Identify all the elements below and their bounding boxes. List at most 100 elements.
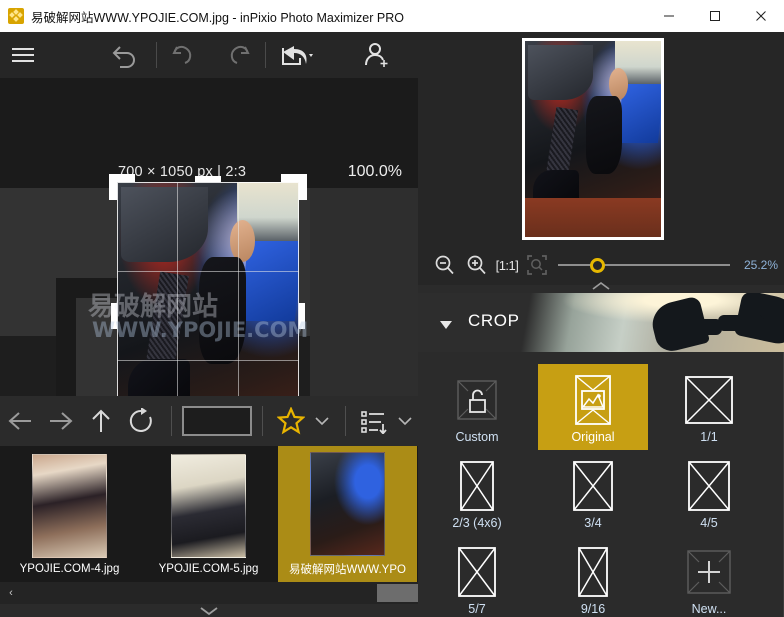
actual-size-button[interactable]: [1:1] — [492, 258, 522, 273]
crop-grid-h1 — [117, 271, 299, 272]
ratio-box-icon — [572, 457, 614, 515]
path-input[interactable] — [182, 406, 252, 436]
picture-icon — [573, 371, 613, 429]
crop-grid-h2 — [117, 360, 299, 361]
collapse-preview-button[interactable] — [418, 279, 784, 293]
crop-border — [117, 182, 299, 396]
preview-photo — [525, 41, 661, 237]
right-panel: [1:1] 25.2% CRO — [418, 32, 784, 617]
sort-list-icon[interactable] — [356, 396, 391, 446]
file-browser-toolbar — [0, 396, 418, 446]
ratio-label: 5/7 — [468, 602, 485, 616]
sort-caret-down-icon[interactable] — [391, 396, 418, 446]
thumbnail-strip[interactable]: YPOJIE.COM-4.jpg YPOJIE.COM-5.jpg 易破解网站W… — [0, 446, 418, 582]
thumbnail-item-1[interactable]: YPOJIE.COM-4.jpg — [0, 446, 139, 582]
share-icon[interactable] — [266, 32, 330, 78]
window-controls — [646, 0, 784, 32]
zoom-out-icon[interactable] — [428, 254, 462, 276]
ratio-label: New... — [692, 602, 727, 616]
crop-handle-top[interactable] — [195, 176, 221, 182]
slider-track — [558, 264, 730, 266]
plus-icon — [684, 543, 734, 601]
thumbnail-item-3-selected[interactable]: 易破解网站WWW.YPO — [278, 446, 417, 582]
crop-selection[interactable] — [117, 182, 299, 396]
forward-arrow-icon[interactable] — [41, 396, 82, 446]
ratio-option-2-3[interactable]: 2/3 (4x6) — [422, 450, 532, 536]
zoom-slider[interactable] — [558, 256, 730, 274]
ratio-option-4-5[interactable]: 4/5 — [654, 450, 764, 536]
ratio-label: Original — [571, 430, 614, 444]
slider-handle[interactable] — [590, 258, 605, 273]
crop-handle-left[interactable] — [111, 303, 117, 329]
ratio-option-new[interactable]: New... — [654, 536, 764, 617]
refresh-icon[interactable] — [121, 396, 162, 446]
caret-down-icon — [309, 54, 313, 57]
close-button[interactable] — [738, 0, 784, 32]
maximize-button[interactable] — [692, 0, 738, 32]
filebar-separator-2 — [262, 406, 263, 436]
app-logo-icon — [8, 8, 24, 24]
preview-thumbnail[interactable] — [522, 38, 664, 240]
filebar-separator-3 — [345, 406, 346, 436]
crop-handle-tl2[interactable] — [109, 174, 117, 200]
canvas-zoom-label: 100.0% — [348, 163, 402, 181]
crop-handle-tr2[interactable] — [299, 174, 307, 200]
scroll-left-arrow[interactable]: ‹ — [0, 582, 22, 604]
thumbnail-caption: 易破解网站WWW.YPO — [289, 561, 406, 577]
ratio-box-icon — [687, 457, 731, 515]
window-title: 易破解网站WWW.YPOJIE.COM.jpg - inPixio Photo … — [31, 7, 404, 26]
ratio-label: Custom — [455, 430, 498, 444]
ratio-option-custom[interactable]: Custom — [422, 364, 532, 450]
crop-section-title: CROP — [468, 311, 520, 331]
minimize-button[interactable] — [646, 0, 692, 32]
unlock-icon — [452, 371, 502, 429]
thumbnail-image — [32, 454, 107, 558]
preview-zoom-percent: 25.2% — [744, 258, 778, 272]
favorites-caret-down-icon[interactable] — [309, 396, 336, 446]
thumbnail-image — [310, 452, 385, 556]
redo-icon[interactable] — [211, 32, 265, 78]
zoom-in-icon[interactable] — [462, 254, 492, 276]
ratio-label: 9/16 — [581, 602, 605, 616]
ratio-option-9-16[interactable]: 9/16 — [538, 536, 648, 617]
image-dimensions-label: 700 × 1050 px | 2:3 — [118, 164, 246, 180]
crop-grid-v2 — [238, 182, 239, 396]
hamburger-menu-icon[interactable] — [0, 32, 46, 78]
ratio-option-5-7[interactable]: 5/7 — [422, 536, 532, 617]
scrollbar-track[interactable] — [22, 582, 396, 604]
revert-arrow-icon[interactable] — [94, 32, 156, 78]
image-canvas[interactable]: 700 × 1050 px | 2:3 100.0% — [0, 78, 418, 396]
up-arrow-icon[interactable] — [82, 396, 121, 446]
ratio-option-1-1[interactable]: 1/1 — [654, 364, 764, 450]
ratio-option-3-4[interactable]: 3/4 — [538, 450, 648, 536]
title-bar: 易破解网站WWW.YPOJIE.COM.jpg - inPixio Photo … — [0, 0, 784, 32]
triangle-collapse-icon[interactable] — [440, 321, 452, 329]
star-icon[interactable] — [273, 396, 308, 446]
thumbnail-scrollbar[interactable]: ‹ › — [0, 582, 418, 604]
ratio-box-icon — [684, 371, 734, 429]
ratio-box-icon — [457, 543, 497, 601]
thumbnail-image — [171, 454, 246, 558]
aspect-ratio-grid: Custom Original — [418, 352, 784, 617]
fit-to-screen-icon[interactable] — [522, 254, 552, 276]
crop-section-header[interactable]: CROP — [418, 293, 784, 352]
thumbnail-item-2[interactable]: YPOJIE.COM-5.jpg — [139, 446, 278, 582]
add-user-icon[interactable] — [350, 32, 404, 78]
back-arrow-icon[interactable] — [0, 396, 41, 446]
collapse-strip-button[interactable] — [0, 604, 418, 617]
ratio-label: 3/4 — [584, 516, 601, 530]
crop-handle-right[interactable] — [299, 303, 305, 329]
thumbnail-caption: YPOJIE.COM-4.jpg — [20, 563, 120, 575]
ratio-box-icon — [577, 543, 609, 601]
preview-area — [418, 32, 784, 245]
crop-grid-v1 — [177, 182, 178, 396]
filebar-separator-1 — [171, 406, 172, 436]
undo-icon[interactable] — [157, 32, 211, 78]
ratio-label: 4/5 — [700, 516, 717, 530]
application-window: 易破解网站WWW.YPOJIE.COM.jpg - inPixio Photo … — [0, 0, 784, 617]
ratio-label: 2/3 (4x6) — [452, 516, 501, 530]
canvas-bg-right — [310, 188, 418, 396]
ratio-box-icon — [459, 457, 495, 515]
ratio-label: 1/1 — [700, 430, 717, 444]
ratio-option-original-selected[interactable]: Original — [538, 364, 648, 450]
